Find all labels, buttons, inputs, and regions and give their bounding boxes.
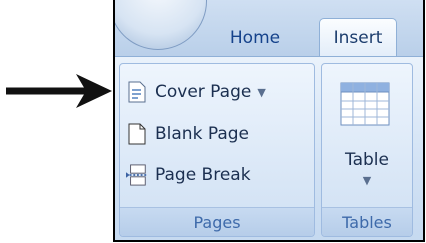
group-label-tables: Tables: [322, 207, 412, 236]
tab-row: Home Insert: [115, 0, 423, 57]
cover-page-button[interactable]: Cover Page ▼: [126, 76, 266, 108]
office-button[interactable]: [115, 0, 207, 50]
document-icon: [126, 79, 148, 105]
blank-page-label: Blank Page: [155, 124, 249, 144]
chevron-down-icon: ▼: [257, 85, 266, 99]
tab-home[interactable]: Home: [201, 18, 309, 57]
tab-insert-label: Insert: [333, 28, 383, 48]
arrow-icon: [6, 74, 112, 108]
ribbon-panel: Cover Page ▼ Blank Page Page Break Pages…: [115, 56, 423, 240]
table-icon: [340, 82, 390, 126]
page-break-icon: [126, 162, 148, 188]
blank-page-button[interactable]: Blank Page: [126, 118, 249, 150]
group-label-pages: Pages: [120, 207, 314, 236]
group-tables: Table ▼ Tables: [321, 63, 413, 237]
table-label: Table: [345, 150, 389, 170]
chevron-down-icon: ▼: [362, 174, 372, 187]
tab-home-label: Home: [229, 27, 281, 48]
page-break-label: Page Break: [155, 165, 251, 185]
ribbon-frame: Home Insert Cover Page ▼ Blank Page Page…: [113, 0, 425, 242]
cover-page-label: Cover Page: [155, 82, 252, 102]
group-pages: Cover Page ▼ Blank Page Page Break Pages: [119, 63, 315, 237]
tab-insert[interactable]: Insert: [319, 18, 397, 57]
blank-page-icon: [126, 121, 148, 147]
page-break-button[interactable]: Page Break: [126, 159, 251, 191]
table-button[interactable]: Table ▼: [322, 72, 412, 202]
